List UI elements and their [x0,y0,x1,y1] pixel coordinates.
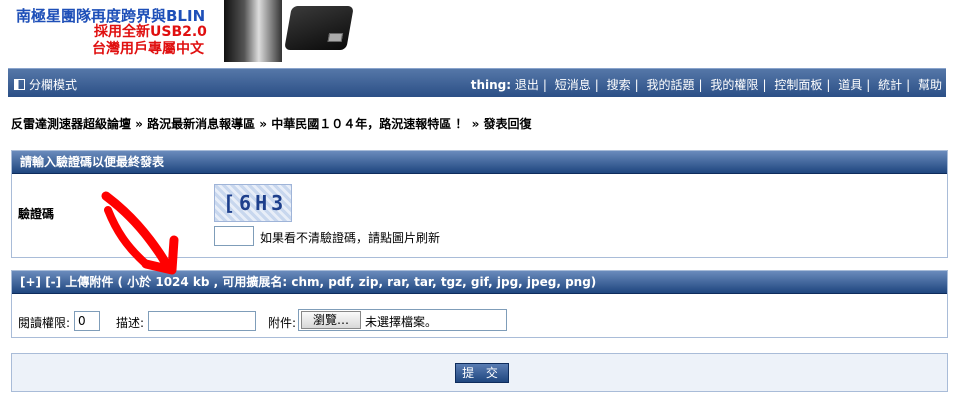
no-file-selected-text: 未選擇檔案。 [365,315,438,329]
submit-bar: 提 交 [11,353,948,392]
nav-link-search[interactable]: 搜索 [607,78,631,92]
red-arrow-annotation [101,191,179,275]
captcha-image[interactable]: [6H3 [214,184,292,222]
user-menu: thing: 退出 | 短消息 | 搜索 | 我的話題 | 我的權限 | 控制面板 | 道具… [470,78,942,92]
banner-line-3: 台灣用戶專屬中文 [92,41,204,57]
usb-device-image [284,6,354,50]
read-permission-input[interactable]: 0 [74,311,100,331]
attachment-file-input[interactable]: 瀏覽… 未選擇檔案。 [298,309,507,331]
nav-link-my-topics[interactable]: 我的話題 [647,78,695,92]
nav-link-tools[interactable]: 道具 [838,78,862,92]
nav-link-messages[interactable]: 短消息 [555,78,591,92]
nav-link-logout[interactable]: 退出 [515,78,539,92]
attachment-label: 附件: [268,316,297,330]
upload-panel: [+] [-] 上傳附件 ( 小於 1024 kb , 可用擴展名: chm, … [11,270,948,338]
description-label: 描述: [116,316,145,330]
username: thing: [470,78,512,92]
nav-link-stats[interactable]: 統計 [878,78,902,92]
browse-button[interactable]: 瀏覽… [301,311,361,329]
nav-link-help[interactable]: 幫助 [918,78,942,92]
breadcrumb[interactable]: 反雷達測速器超級論壇 » 路況最新消息報導區 » 中華民國１０４年，路況速報特區… [11,115,532,132]
split-view-icon [14,79,25,90]
top-nav-bar: 分欄模式 thing: 退出 | 短消息 | 搜索 | 我的話題 | 我的權限 | 控制面… [8,68,946,97]
read-permission-label: 閱讀權限: [18,316,71,330]
nav-link-control-panel[interactable]: 控制面板 [774,78,822,92]
captcha-label: 驗證碼 [18,207,55,221]
split-view-mode-link[interactable]: 分欄模式 [14,76,77,93]
banner-gradient-image [224,0,282,62]
captcha-code-input[interactable] [214,226,254,246]
captcha-panel-header: 請輸入驗證碼以便最終發表 [12,151,947,174]
nav-link-my-permissions[interactable]: 我的權限 [710,78,758,92]
captcha-text: [6H3 [223,191,288,215]
submit-button[interactable]: 提 交 [455,363,509,383]
split-view-label: 分欄模式 [29,78,78,92]
description-input[interactable] [148,311,256,331]
banner-ad[interactable]: 南極星團隊再度跨界與BLIN 採用全新USB2.0 台灣用戶專屬中文 [8,0,483,62]
captcha-hint: 如果看不清驗證碼，請點圖片刷新 [260,231,441,245]
